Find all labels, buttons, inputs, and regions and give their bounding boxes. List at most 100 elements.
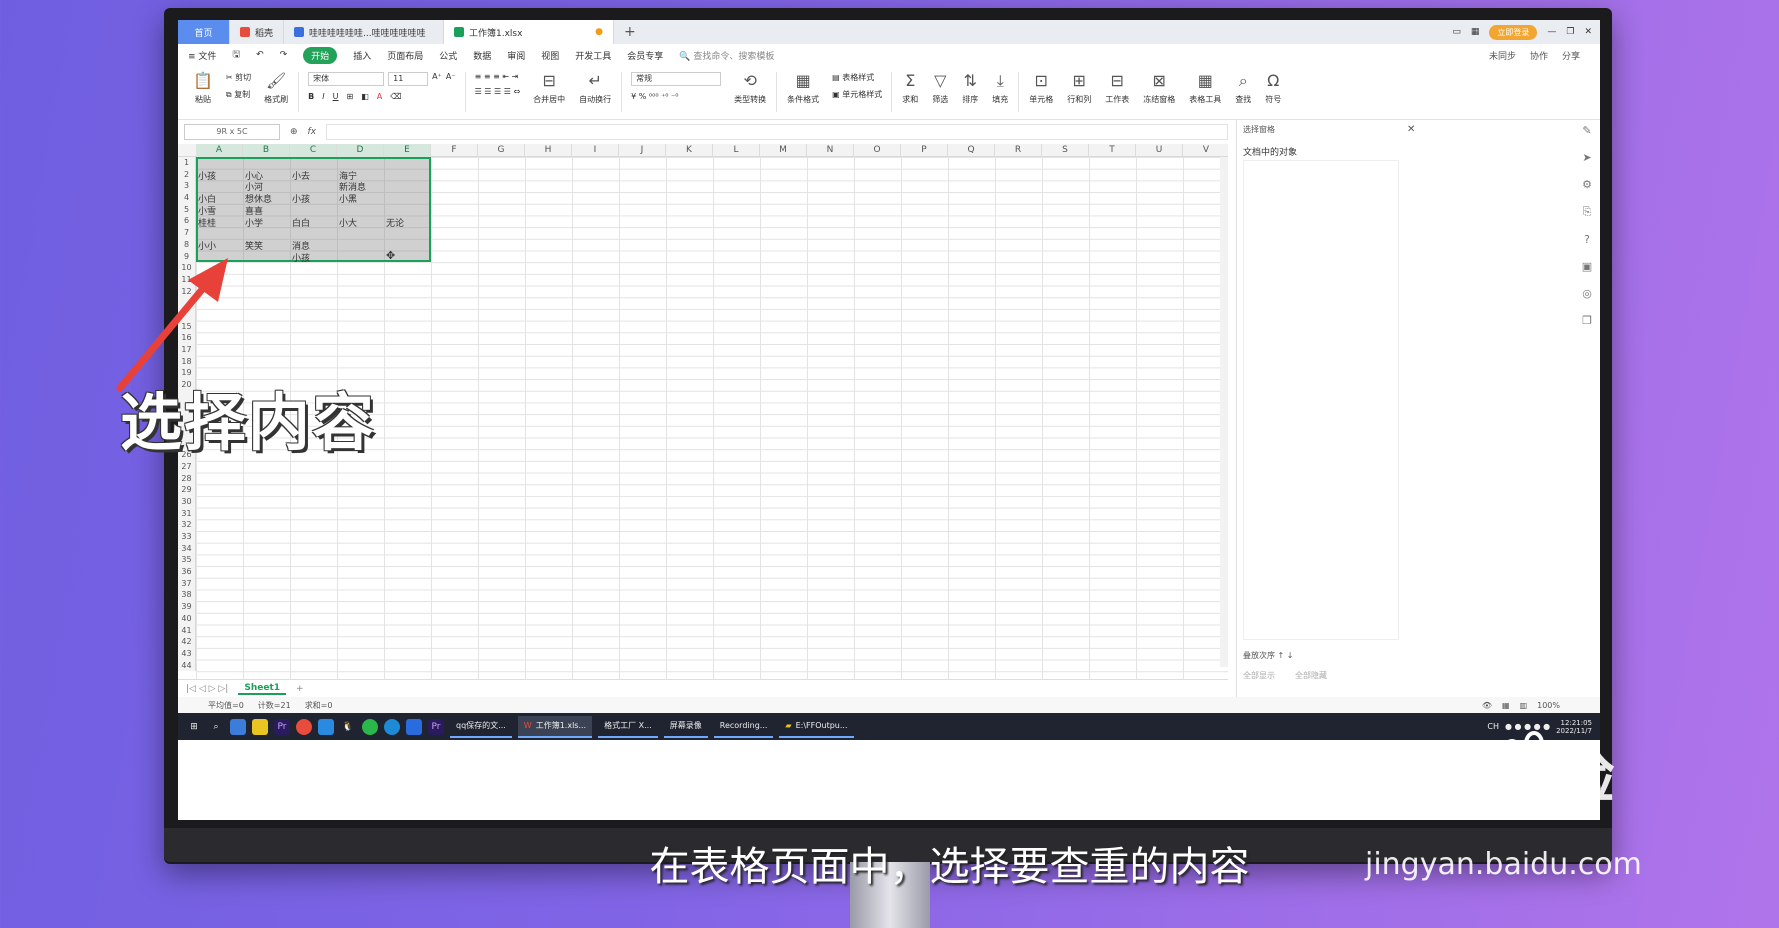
- freeze-button[interactable]: ⊠ 冻结窗格: [1136, 72, 1182, 105]
- taskbar-app-qq-files[interactable]: qq保存的文...: [450, 716, 512, 738]
- row-header[interactable]: 1: [178, 157, 195, 169]
- zoom-level[interactable]: 100%: [1537, 701, 1560, 710]
- vertical-scrollbar[interactable]: [1220, 157, 1228, 667]
- app-blue-icon[interactable]: [318, 718, 334, 735]
- column-header-T[interactable]: T: [1089, 144, 1136, 157]
- share-button[interactable]: 分享: [1562, 49, 1580, 62]
- column-header-L[interactable]: L: [713, 144, 760, 157]
- row-header[interactable]: 39: [178, 601, 195, 613]
- symbol-button[interactable]: Ω 符号: [1258, 72, 1288, 105]
- column-header-V[interactable]: V: [1183, 144, 1228, 157]
- column-header-H[interactable]: H: [525, 144, 572, 157]
- tab-word-doc[interactable]: 哇哇哇哇哇哇...哇哇哇哇哇哇: [284, 20, 445, 44]
- row-header[interactable]: 5: [178, 204, 195, 216]
- menu-data[interactable]: 数据: [473, 49, 491, 62]
- row-header[interactable]: 27: [178, 461, 195, 473]
- row-header[interactable]: 37: [178, 578, 195, 590]
- column-header-F[interactable]: F: [431, 144, 478, 157]
- objects-list[interactable]: [1243, 160, 1399, 640]
- cell-button[interactable]: ⊡ 单元格: [1022, 72, 1060, 105]
- row-header[interactable]: 2: [178, 169, 195, 181]
- row-header[interactable]: 31: [178, 508, 195, 520]
- column-header-M[interactable]: M: [760, 144, 807, 157]
- bold-icon[interactable]: B: [308, 92, 314, 101]
- collab-button[interactable]: 协作: [1530, 49, 1548, 62]
- close-icon[interactable]: ✕: [1407, 124, 1415, 135]
- settings-icon[interactable]: ⚙: [1582, 178, 1592, 191]
- row-header[interactable]: 40: [178, 613, 195, 625]
- app-wave-icon[interactable]: [406, 718, 422, 735]
- menu-review[interactable]: 审阅: [507, 49, 525, 62]
- app-yellow-icon[interactable]: [252, 718, 268, 735]
- column-header-O[interactable]: O: [854, 144, 901, 157]
- sort-button[interactable]: ⇅ 排序: [955, 72, 985, 105]
- taskbar-app-recording[interactable]: Recording...: [713, 716, 774, 738]
- sheet-nav-icons[interactable]: |◁ ◁ ▷ ▷|: [186, 684, 228, 694]
- row-header[interactable]: 44: [178, 660, 195, 672]
- column-header-P[interactable]: P: [901, 144, 948, 157]
- cell-value[interactable]: 小黑: [339, 192, 357, 205]
- style-icon[interactable]: ✎: [1582, 124, 1591, 137]
- menu-page-layout[interactable]: 页面布局: [387, 49, 423, 62]
- taskbar-app-explorer[interactable]: ▰ E:\FFOutpu...: [779, 716, 854, 738]
- cell-value[interactable]: 白白: [292, 216, 310, 229]
- selected-range[interactable]: [196, 157, 431, 262]
- minimize-icon[interactable]: —: [1547, 27, 1556, 37]
- row-header[interactable]: 30: [178, 496, 195, 508]
- cell-value[interactable]: 小孩: [292, 192, 310, 205]
- row-header[interactable]: 32: [178, 519, 195, 531]
- worksheet-button[interactable]: ⊟ 工作表: [1098, 72, 1136, 105]
- chrome-icon[interactable]: [296, 718, 312, 735]
- hide-all-button[interactable]: 全部隐藏: [1295, 670, 1327, 681]
- number-format-select[interactable]: 常规: [631, 72, 722, 86]
- tab-home[interactable]: 首页: [178, 20, 230, 44]
- column-header-N[interactable]: N: [807, 144, 854, 157]
- grid-icon[interactable]: ▦: [1471, 27, 1480, 37]
- row-col-button[interactable]: ⊞ 行和列: [1060, 72, 1098, 105]
- cell-value[interactable]: 桂桂: [198, 216, 216, 229]
- cell-value[interactable]: 小学: [245, 216, 263, 229]
- column-header-Q[interactable]: Q: [948, 144, 995, 157]
- column-header-I[interactable]: I: [572, 144, 619, 157]
- row-header[interactable]: 28: [178, 473, 195, 485]
- row-header[interactable]: 3: [178, 180, 195, 192]
- column-header-C[interactable]: C: [290, 144, 337, 157]
- close-icon[interactable]: ✕: [1584, 27, 1592, 37]
- restore-icon[interactable]: ❐: [1566, 27, 1574, 37]
- eye-icon[interactable]: 👁: [1482, 701, 1492, 710]
- row-header[interactable]: 4: [178, 192, 195, 204]
- row-header[interactable]: 36: [178, 566, 195, 578]
- menu-file[interactable]: ≡ 文件: [188, 49, 216, 62]
- arrow-down-icon[interactable]: ↓: [1287, 651, 1294, 660]
- font-family-select[interactable]: 宋体: [308, 72, 385, 86]
- row-header[interactable]: 34: [178, 543, 195, 555]
- row-header[interactable]: 41: [178, 625, 195, 637]
- column-header-S[interactable]: S: [1042, 144, 1089, 157]
- menu-view[interactable]: 视图: [541, 49, 559, 62]
- show-all-button[interactable]: 全部显示: [1243, 670, 1275, 681]
- taskbar-app-workbook[interactable]: W 工作簿1.xls...: [517, 715, 593, 738]
- copy-button[interactable]: ⧉ 复制: [226, 89, 251, 100]
- conditional-format-button[interactable]: ▦ 条件格式: [780, 72, 826, 105]
- cell-value[interactable]: 无论: [386, 216, 404, 229]
- book-icon[interactable]: ❐: [1582, 314, 1592, 327]
- wrap-text-button[interactable]: ↵ 自动换行: [572, 72, 618, 105]
- paste-button[interactable]: 📋 粘贴: [186, 72, 220, 105]
- row-header[interactable]: 35: [178, 554, 195, 566]
- tab-workbook[interactable]: 工作簿1.xlsx ●: [444, 20, 615, 44]
- taskbar-app-format-factory[interactable]: 格式工厂 X...: [598, 716, 658, 738]
- menu-start[interactable]: 开始: [303, 46, 338, 64]
- underline-icon[interactable]: U: [333, 92, 339, 101]
- border-icon[interactable]: ⊞: [347, 92, 354, 101]
- layout-icon[interactable]: ▭: [1452, 27, 1461, 37]
- row-header[interactable]: 6: [178, 215, 195, 227]
- search-icon[interactable]: ⌕: [208, 719, 224, 735]
- cell-value[interactable]: 小孩: [292, 251, 310, 264]
- merge-center-button[interactable]: ⊟ 合并居中: [526, 72, 572, 105]
- tab-docer[interactable]: 稻壳: [230, 20, 285, 44]
- qq-icon[interactable]: 🐧: [340, 719, 356, 735]
- premiere-icon-2[interactable]: Pr: [428, 718, 444, 735]
- menu-formula[interactable]: 公式: [439, 49, 457, 62]
- fill-color-icon[interactable]: ◧: [361, 92, 369, 101]
- redo-icon[interactable]: ↷: [280, 50, 288, 60]
